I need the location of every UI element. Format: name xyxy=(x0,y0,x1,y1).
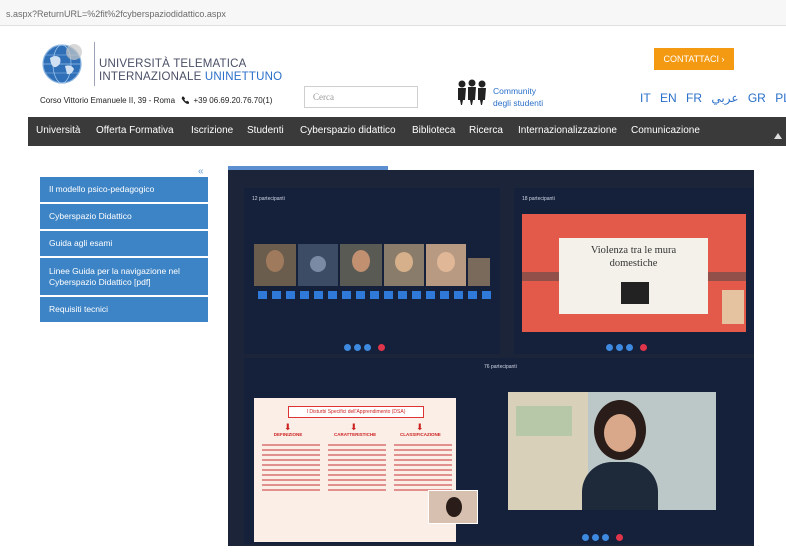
lang-it[interactable]: IT xyxy=(640,91,651,105)
participant-video xyxy=(426,244,466,286)
nav-item-studenti[interactable]: Studenti xyxy=(247,125,284,136)
participant-count: 12 partecipanti xyxy=(252,196,285,202)
sidebar-item-label: Guida agli esami xyxy=(49,238,113,248)
speaker-thumbnail xyxy=(428,490,478,524)
community-icon[interactable] xyxy=(456,78,490,106)
collapse-icon[interactable]: « xyxy=(198,166,204,177)
presenter-thumbnail xyxy=(722,290,744,324)
nav-item-offerta-formativa[interactable]: Offerta Formativa xyxy=(96,125,174,136)
participant-video xyxy=(468,258,490,286)
address-bar[interactable]: s.aspx?ReturnURL=%2fit%2fcyberspaziodida… xyxy=(0,0,786,26)
contact-button[interactable]: CONTATTACI › xyxy=(654,48,734,70)
camera-icon xyxy=(606,344,613,351)
microphone-icon xyxy=(616,344,623,351)
url-text: s.aspx?ReturnURL=%2fit%2fcyberspaziodida… xyxy=(6,9,226,19)
slide-card: Violenza tra le mura domestiche xyxy=(559,238,708,314)
slide-column-text xyxy=(394,444,452,494)
community-line1: Community xyxy=(493,86,536,96)
address-text: Corso Vittorio Emanuele II, 39 - Roma xyxy=(40,96,176,105)
sidebar-item-label: Linee Guida per la navigazione nel Cyber… xyxy=(49,265,180,287)
scroll-up-icon[interactable] xyxy=(774,133,782,139)
participant-video xyxy=(298,244,338,286)
speaker-face xyxy=(604,414,636,452)
participant-count: 76 partecipanti xyxy=(484,364,517,370)
participant-video xyxy=(254,244,296,286)
sidebar-item-modello-psico-pedagogico[interactable]: Il modello psico-pedagogico xyxy=(40,177,208,204)
speaker-webcam xyxy=(508,392,716,510)
slide-title: Violenza tra le mura domestiche xyxy=(559,244,708,270)
language-selector: IT EN FR عربي GR PL xyxy=(640,91,786,105)
sidebar-item-requisiti-tecnici[interactable]: Requisiti tecnici xyxy=(40,297,208,324)
nav-item-ricerca[interactable]: Ricerca xyxy=(469,125,503,136)
slide-title-line2: domestiche xyxy=(609,258,658,269)
community-link[interactable]: Community degli studenti xyxy=(493,85,543,109)
camera-icon xyxy=(582,534,589,541)
slide-column-heading: CARATTERISTICHE xyxy=(334,432,377,437)
page: s.aspx?ReturnURL=%2fit%2fcyberspaziodida… xyxy=(0,0,786,558)
slide-column-text xyxy=(328,444,386,494)
contact-label: CONTATTACI xyxy=(663,54,719,64)
university-logo-icon[interactable] xyxy=(40,40,88,88)
lang-gr[interactable]: GR xyxy=(748,91,766,105)
phone-icon xyxy=(181,96,190,104)
address-line: Corso Vittorio Emanuele II, 39 - Roma +3… xyxy=(40,96,272,105)
nav-item-comunicazione[interactable]: Comunicazione xyxy=(631,125,700,136)
slide-column-text xyxy=(262,444,320,494)
microphone-icon xyxy=(354,344,361,351)
slide-column-heading: DEFINIZIONE xyxy=(273,432,303,437)
hang-up-icon xyxy=(640,344,647,351)
sidebar-menu: Il modello psico-pedagogico Cyberspazio … xyxy=(40,177,208,324)
participant-video xyxy=(384,244,424,286)
microphone-icon xyxy=(592,534,599,541)
university-name-uninettuno: UNINETTUNO xyxy=(204,71,283,83)
main-nav: Università Offerta Formativa Iscrizione … xyxy=(28,117,786,146)
share-icon xyxy=(364,344,371,351)
hang-up-icon xyxy=(616,534,623,541)
search-input[interactable]: Cerca xyxy=(304,86,418,108)
share-icon xyxy=(626,344,633,351)
lang-ar[interactable]: عربي xyxy=(711,91,738,105)
speaker-body xyxy=(582,462,658,510)
nav-item-internazionalizzazione[interactable]: Internazionalizzazione xyxy=(518,125,617,136)
nav-item-iscrizione[interactable]: Iscrizione xyxy=(191,125,233,136)
chevron-right-icon: › xyxy=(721,54,725,64)
nav-item-universita[interactable]: Università xyxy=(36,125,80,136)
sidebar-item-guida-esami[interactable]: Guida agli esami xyxy=(40,231,208,258)
hang-up-icon xyxy=(378,344,385,351)
sidebar-item-label: Cyberspazio Didattico xyxy=(49,211,132,221)
presentation-slide: Violenza tra le mura domestiche xyxy=(522,214,746,332)
map-continents xyxy=(516,406,572,436)
lang-en[interactable]: EN xyxy=(660,91,677,105)
phone-text: +39 06.69.20.76.70(1) xyxy=(193,96,273,105)
sidebar-item-label: Requisiti tecnici xyxy=(49,304,109,314)
slide-column-heading: CLASSIFICAZIONE xyxy=(400,432,441,437)
slide-image xyxy=(621,282,649,304)
nav-item-biblioteca[interactable]: Biblioteca xyxy=(412,125,455,136)
lang-pl[interactable]: PL xyxy=(775,91,786,105)
sidebar-item-cyberspazio-didattico[interactable]: Cyberspazio Didattico xyxy=(40,204,208,231)
university-name-line2: INTERNAZIONALE UNINETTUNO xyxy=(99,71,282,83)
dsa-slide: I Disturbi Specifici dell'Apprendimento … xyxy=(254,398,478,542)
community-line2: degli studenti xyxy=(493,98,544,108)
camera-icon xyxy=(344,344,351,351)
lang-fr[interactable]: FR xyxy=(686,91,702,105)
sidebar-item-linee-guida[interactable]: Linee Guida per la navigazione nel Cyber… xyxy=(40,258,208,297)
participant-thumbnails xyxy=(258,291,491,299)
participant-video xyxy=(340,244,382,286)
sidebar-item-label: Il modello psico-pedagogico xyxy=(49,184,155,194)
slide-title-line1: Violenza tra le mura xyxy=(590,245,677,256)
nav-item-cyberspazio-didattico[interactable]: Cyberspazio didattico xyxy=(300,125,396,136)
share-icon xyxy=(602,534,609,541)
slide-title: I Disturbi Specifici dell'Apprendimento … xyxy=(288,406,424,418)
logo-divider xyxy=(94,42,95,86)
participant-count: 18 partecipanti xyxy=(522,196,555,202)
university-name-line1: UNIVERSITÀ TELEMATICA xyxy=(99,58,247,70)
university-name-internazionale: INTERNAZIONALE xyxy=(99,71,202,83)
